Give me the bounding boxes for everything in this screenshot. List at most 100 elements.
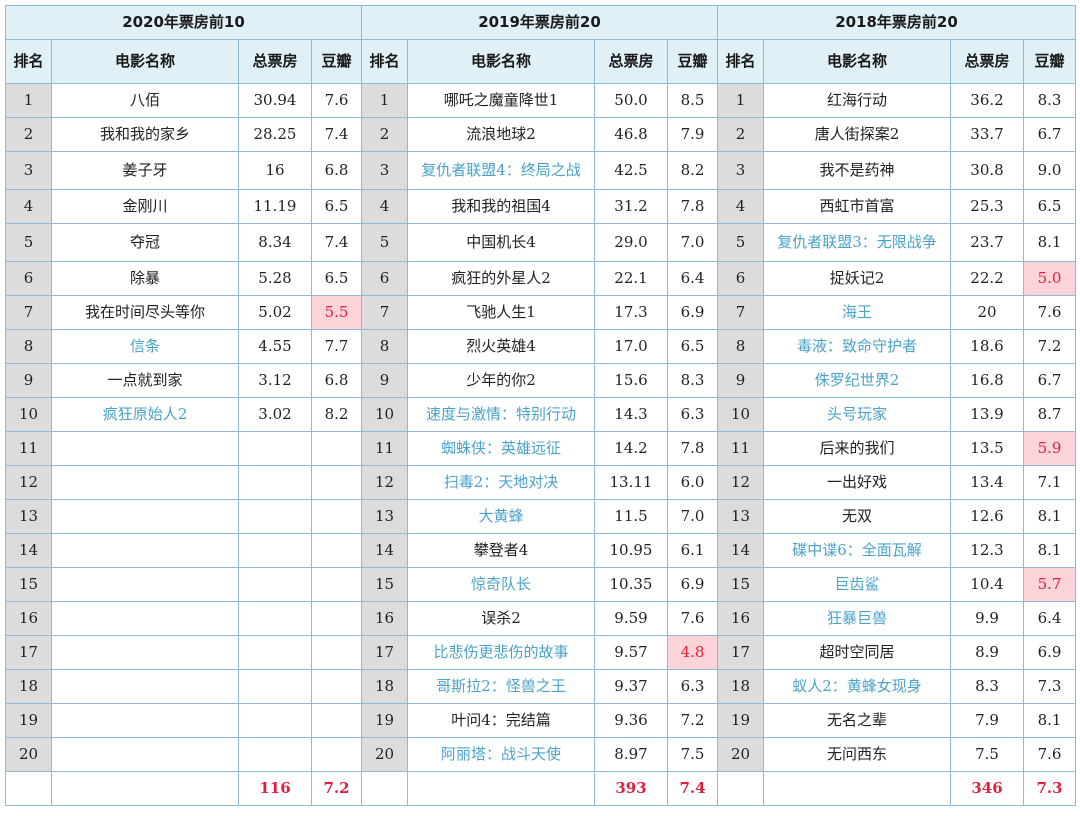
douban-score-cell: 4.8 xyxy=(667,635,718,670)
box-office-cell: 12.3 xyxy=(950,533,1024,568)
rank-cell: 6 xyxy=(717,261,764,296)
douban-score-cell: 6.9 xyxy=(667,295,718,330)
douban-score-cell: 6.9 xyxy=(667,567,718,602)
box-office-cell: 9.59 xyxy=(594,601,668,636)
douban-score-cell: 6.7 xyxy=(1023,363,1076,398)
rank-cell: 6 xyxy=(361,261,408,296)
average-douban-score: 7.2 xyxy=(311,771,362,806)
box-office-cell: 15.6 xyxy=(594,363,668,398)
box-office-cell: 9.36 xyxy=(594,703,668,738)
movie-name-cell: 误杀2 xyxy=(407,601,595,636)
total-empty-cell xyxy=(717,771,764,806)
rank-cell: 3 xyxy=(717,151,764,190)
table-row: 15 15 惊奇队长 10.35 6.9 15 巨齿鲨 10.4 5.7 xyxy=(5,567,1076,602)
rank-cell: 19 xyxy=(717,703,764,738)
douban-score-cell: 7.4 xyxy=(311,117,362,152)
movie-name-cell: 狂暴巨兽 xyxy=(763,601,951,636)
box-office-cell xyxy=(238,703,312,738)
rank-cell: 18 xyxy=(5,669,52,704)
movie-name-cell: 侏罗纪世界2 xyxy=(763,363,951,398)
rank-cell: 15 xyxy=(5,567,52,602)
douban-score-cell: 7.6 xyxy=(667,601,718,636)
douban-score-cell: 8.1 xyxy=(1023,703,1076,738)
movie-name-cell: 一点就到家 xyxy=(51,363,239,398)
movie-name-cell: 金刚川 xyxy=(51,189,239,224)
movie-name-cell xyxy=(51,703,239,738)
header-name: 电影名称 xyxy=(51,39,239,84)
box-office-cell: 14.2 xyxy=(594,431,668,466)
header-rank: 排名 xyxy=(361,39,408,84)
rank-cell: 1 xyxy=(5,83,52,118)
douban-score-cell: 8.1 xyxy=(1023,223,1076,262)
douban-score-cell: 7.3 xyxy=(1023,669,1076,704)
douban-score-cell: 6.7 xyxy=(1023,117,1076,152)
movie-name-cell: 八佰 xyxy=(51,83,239,118)
box-office-cell xyxy=(238,567,312,602)
douban-score-cell: 6.5 xyxy=(1023,189,1076,224)
douban-score-cell xyxy=(311,499,362,534)
douban-score-cell: 8.7 xyxy=(1023,397,1076,432)
rank-cell: 18 xyxy=(361,669,408,704)
douban-score-cell: 6.4 xyxy=(667,261,718,296)
movie-name-cell: 除暴 xyxy=(51,261,239,296)
rank-cell: 13 xyxy=(5,499,52,534)
box-office-cell xyxy=(238,601,312,636)
box-office-cell: 7.9 xyxy=(950,703,1024,738)
douban-score-cell: 6.4 xyxy=(1023,601,1076,636)
box-office-cell: 42.5 xyxy=(594,151,668,190)
movie-name-cell: 信条 xyxy=(51,329,239,364)
box-office-cell xyxy=(238,431,312,466)
douban-score-cell: 5.5 xyxy=(311,295,362,330)
movie-name-cell: 碟中谍6：全面瓦解 xyxy=(763,533,951,568)
movie-name-cell: 叶问4：完结篇 xyxy=(407,703,595,738)
box-office-cell: 13.9 xyxy=(950,397,1024,432)
douban-score-cell: 8.3 xyxy=(1023,83,1076,118)
douban-score-cell xyxy=(311,703,362,738)
movie-name-cell: 疯狂原始人2 xyxy=(51,397,239,432)
table-row: 6 除暴 5.28 6.5 6 疯狂的外星人2 22.1 6.4 6 捉妖记2 22.2 5.0 xyxy=(5,261,1076,296)
douban-score-cell: 5.9 xyxy=(1023,431,1076,466)
box-office-table: 2020年票房前10 2019年票房前20 2018年票房前20 排名 电影名称… xyxy=(5,5,1076,806)
table-row: 1 八佰 30.94 7.6 1 哪吒之魔童降世1 50.0 8.5 1 红海行动 36.2 8.3 xyxy=(5,83,1076,118)
box-office-cell xyxy=(238,533,312,568)
total-empty-cell xyxy=(763,771,951,806)
rank-cell: 13 xyxy=(361,499,408,534)
table-row: 19 19 叶问4：完结篇 9.36 7.2 19 无名之辈 7.9 8.1 xyxy=(5,703,1076,738)
header-box-office: 总票房 xyxy=(238,39,312,84)
rank-cell: 9 xyxy=(717,363,764,398)
rank-cell: 20 xyxy=(717,737,764,772)
rank-cell: 17 xyxy=(717,635,764,670)
movie-name-cell: 哪吒之魔童降世1 xyxy=(407,83,595,118)
douban-score-cell: 7.6 xyxy=(1023,295,1076,330)
rank-cell: 12 xyxy=(361,465,408,500)
rank-cell: 4 xyxy=(5,189,52,224)
table-row: 12 12 扫毒2：天地对决 13.11 6.0 12 一出好戏 13.4 7.1 xyxy=(5,465,1076,500)
douban-score-cell: 8.2 xyxy=(667,151,718,190)
box-office-cell: 3.02 xyxy=(238,397,312,432)
box-office-cell: 11.19 xyxy=(238,189,312,224)
movie-name-cell: 夺冠 xyxy=(51,223,239,262)
rank-cell: 20 xyxy=(361,737,408,772)
rank-cell: 9 xyxy=(361,363,408,398)
douban-score-cell xyxy=(311,533,362,568)
rank-cell: 14 xyxy=(5,533,52,568)
box-office-cell: 13.4 xyxy=(950,465,1024,500)
douban-score-cell: 6.9 xyxy=(1023,635,1076,670)
rank-cell: 12 xyxy=(5,465,52,500)
table-row: 3 姜子牙 16 6.8 3 复仇者联盟4：终局之战 42.5 8.2 3 我不是药神 30.8 9.… xyxy=(5,151,1076,190)
douban-score-cell: 9.0 xyxy=(1023,151,1076,190)
rank-cell: 18 xyxy=(717,669,764,704)
box-office-cell: 5.28 xyxy=(238,261,312,296)
movie-name-cell: 姜子牙 xyxy=(51,151,239,190)
douban-score-cell xyxy=(311,669,362,704)
table-row: 18 18 哥斯拉2：怪兽之王 9.37 6.3 18 蚁人2：黄蜂女现身 8.3 7.3 xyxy=(5,669,1076,704)
movie-name-cell: 超时空同居 xyxy=(763,635,951,670)
total-box-office: 346 xyxy=(950,771,1024,806)
total-empty-cell xyxy=(51,771,239,806)
rank-cell: 5 xyxy=(5,223,52,262)
header-douban: 豆瓣 xyxy=(311,39,362,84)
douban-score-cell: 7.8 xyxy=(667,431,718,466)
rank-cell: 1 xyxy=(717,83,764,118)
rank-cell: 16 xyxy=(717,601,764,636)
douban-score-cell xyxy=(311,601,362,636)
